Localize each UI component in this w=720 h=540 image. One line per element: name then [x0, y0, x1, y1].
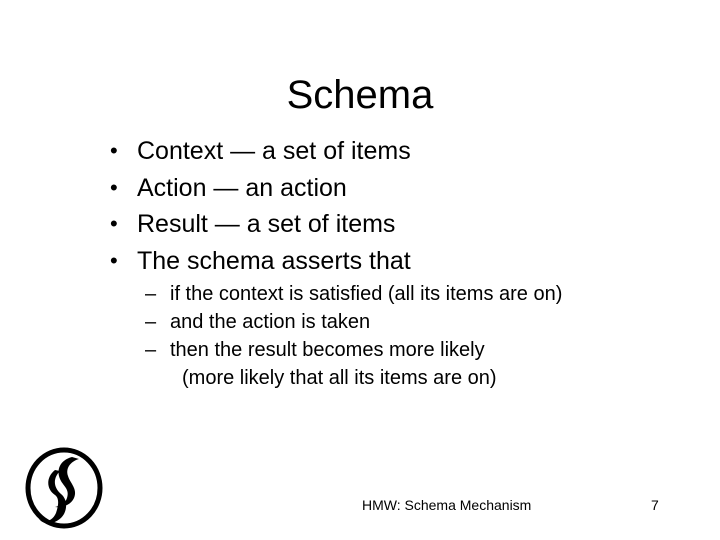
sub-bullet-text: and the action is taken [170, 311, 371, 333]
bullet-result: • Result — a set of items [108, 206, 698, 243]
dash-mark: – [145, 339, 157, 361]
sub-bullet-text: then the result becomes more likely [170, 339, 485, 361]
bullet-text: The schema asserts that [137, 246, 411, 275]
sub-bullet-action-taken: – and the action is taken [145, 308, 698, 336]
dash-mark: – [145, 283, 157, 305]
sub-bullet-result-likely: – then the result becomes more likely (m… [145, 336, 698, 393]
bullet-text: Action — an action [137, 173, 347, 202]
bullet-mark: • [110, 174, 118, 200]
bullet-schema-assertion: • The schema asserts that – if the conte… [108, 243, 698, 394]
slide-title: Schema [286, 72, 434, 117]
sub-bullet-continuation: (more likely that all its items are on) [182, 367, 497, 389]
bullet-mark: • [110, 247, 118, 273]
bullet-action: • Action — an action [108, 170, 698, 207]
bullet-mark: • [110, 211, 118, 236]
dash-mark: – [145, 311, 157, 333]
bullet-text: Result — a set of items [137, 210, 396, 238]
presentation-slide: Schema • Context — a set of items • Acti… [0, 0, 720, 540]
bullet-mark: • [110, 138, 118, 163]
sub-bullet-context-satisfied: – if the context is satisfied (all its i… [145, 280, 698, 308]
footer-label: HMW: Schema Mechanism [362, 497, 532, 513]
bullet-text: Context — a set of items [137, 137, 411, 165]
bullet-list: • Context — a set of items • Action — an… [108, 133, 698, 393]
bullet-context: • Context — a set of items [108, 133, 698, 170]
page-number: 7 [651, 497, 659, 513]
stylized-s-logo-icon [25, 447, 103, 529]
sub-bullet-list: – if the context is satisfied (all its i… [145, 280, 698, 393]
sub-bullet-text: if the context is satisfied (all its ite… [170, 283, 563, 305]
